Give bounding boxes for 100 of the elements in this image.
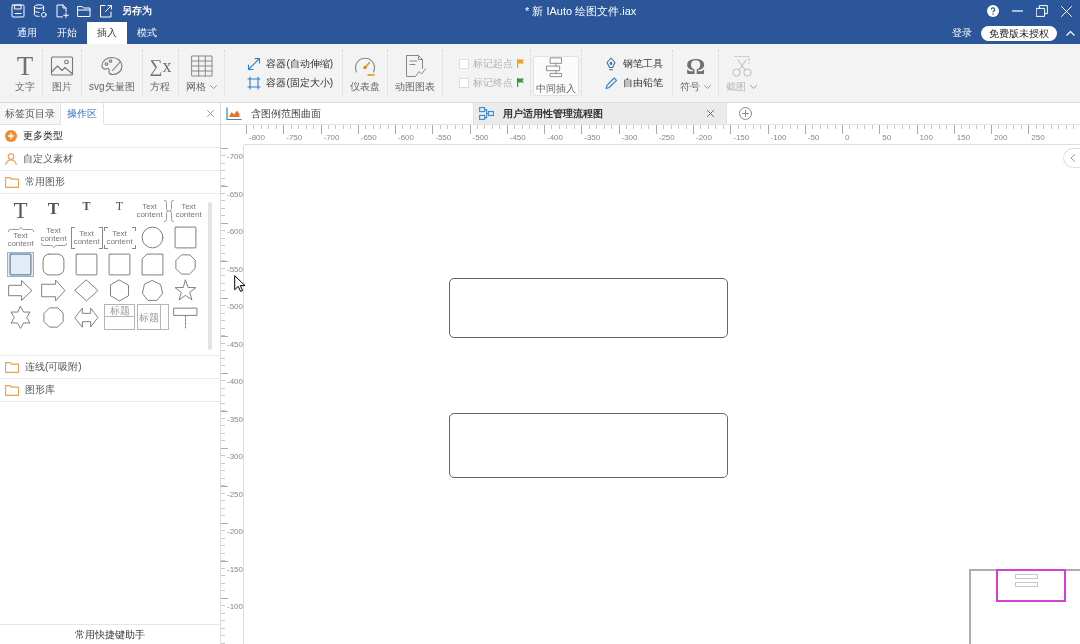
ruler-label: -650 bbox=[360, 133, 377, 142]
grid-icon bbox=[189, 53, 214, 78]
ruler-label: -700 bbox=[227, 152, 243, 161]
ruler-label: -100 bbox=[770, 133, 787, 142]
ruler-label: 200 bbox=[994, 133, 1008, 142]
ruler-label: -50 bbox=[807, 133, 820, 142]
bracket-text-shape[interactable]: Text content bbox=[103, 226, 136, 249]
sigma-icon: ∑x bbox=[149, 53, 172, 78]
menu-tab[interactable]: 模式 bbox=[127, 22, 167, 44]
ribbon-button[interactable]: svg矢量图 bbox=[82, 44, 142, 102]
ribbon-button[interactable]: T 文字 bbox=[8, 44, 42, 102]
t-shape-icon[interactable] bbox=[172, 304, 199, 330]
add-icon bbox=[5, 130, 17, 142]
frame-corners-icon bbox=[247, 75, 262, 90]
block-arrow-icon[interactable] bbox=[40, 278, 67, 304]
save-icon[interactable] bbox=[11, 4, 25, 18]
ribbon-button[interactable]: 中间插入 bbox=[533, 56, 580, 96]
ribbon-button[interactable]: 动图图表 bbox=[388, 44, 443, 102]
menu-tab[interactable]: 开始 bbox=[47, 22, 87, 44]
sidebar-item[interactable]: 更多类型 bbox=[0, 125, 220, 148]
chevron-left-icon bbox=[1069, 154, 1075, 162]
bracket-text-shape[interactable]: Text content bbox=[70, 226, 103, 249]
sidebar-item[interactable]: 图形库 bbox=[0, 379, 220, 402]
add-tab-icon[interactable] bbox=[739, 107, 752, 120]
folder-icon[interactable] bbox=[77, 4, 91, 18]
minimap-node bbox=[1015, 582, 1038, 587]
ribbon-button[interactable]: 图片 bbox=[43, 44, 81, 102]
panel-tab[interactable]: 标签页目录 bbox=[0, 103, 61, 125]
ruler-label: -550 bbox=[435, 133, 452, 142]
restore-icon[interactable] bbox=[1036, 5, 1048, 17]
pen-nib-icon bbox=[604, 56, 619, 71]
menu-tab[interactable]: 插入 bbox=[87, 22, 127, 44]
circle-icon[interactable] bbox=[139, 225, 166, 251]
ruler-label: -400 bbox=[227, 377, 243, 386]
scissors-icon bbox=[729, 53, 754, 78]
ribbon-button[interactable]: 容器(固定大小) bbox=[247, 74, 334, 91]
ribbon-button[interactable]: ∑x 方程 bbox=[142, 44, 179, 102]
square-icon[interactable] bbox=[73, 251, 100, 277]
square-icon[interactable] bbox=[172, 225, 199, 251]
text-style-shape[interactable]: T bbox=[73, 198, 100, 224]
ribbon-button[interactable]: 仪表盘 bbox=[343, 44, 388, 102]
ruler-label: -450 bbox=[227, 339, 243, 349]
octagon-icon[interactable] bbox=[172, 251, 199, 277]
ruler-label: -150 bbox=[227, 564, 243, 574]
checkbox-label: 标记终点 bbox=[473, 75, 514, 90]
help-icon[interactable] bbox=[987, 5, 999, 17]
text-style-shape[interactable]: T bbox=[106, 198, 133, 224]
folder-icon bbox=[5, 361, 19, 373]
rounded-square-icon[interactable] bbox=[40, 251, 67, 277]
brace-text-shape[interactable]: Text content bbox=[37, 224, 70, 251]
square-icon[interactable] bbox=[106, 251, 133, 277]
heptagon-icon[interactable] bbox=[139, 278, 166, 304]
ribbon-button[interactable]: 钢笔工具 bbox=[604, 55, 664, 72]
brace-text-shape[interactable]: Text content bbox=[169, 198, 202, 225]
folder-icon bbox=[5, 384, 19, 396]
arrow-right-icon[interactable] bbox=[7, 278, 34, 304]
ruler-label: -100 bbox=[227, 602, 243, 611]
database-icon[interactable] bbox=[33, 4, 47, 18]
save-as-button[interactable]: 另存为 bbox=[122, 4, 152, 18]
person-icon bbox=[5, 153, 17, 165]
ruler-label: 150 bbox=[956, 133, 971, 142]
sidebar-item[interactable]: 常用图形 bbox=[0, 171, 220, 194]
brace-text-shape[interactable]: Text content bbox=[136, 198, 169, 225]
ribbon-button[interactable]: 容器(自动伸缩) bbox=[247, 55, 334, 72]
pencil-icon bbox=[604, 75, 619, 90]
ruler-label: -350 bbox=[584, 133, 601, 142]
square-icon[interactable] bbox=[7, 251, 34, 277]
license-button[interactable]: 免费版未授权 bbox=[981, 25, 1057, 41]
menu-tab[interactable]: 通用 bbox=[7, 22, 47, 44]
ruler-label: 250 bbox=[1031, 133, 1045, 142]
ruler-label: -700 bbox=[323, 133, 340, 142]
text-style-shape[interactable]: T bbox=[7, 198, 34, 224]
octagon-icon[interactable] bbox=[40, 304, 67, 330]
new-document-icon[interactable] bbox=[55, 4, 69, 18]
ruler-label: -750 bbox=[286, 133, 303, 142]
brace-text-shape[interactable]: Text content bbox=[4, 224, 37, 251]
brace-icon bbox=[40, 243, 67, 249]
shortcut-helper-button[interactable]: 常用快捷键助手 bbox=[0, 624, 220, 644]
viewport-frame[interactable] bbox=[996, 569, 1066, 602]
diamond-icon[interactable] bbox=[73, 278, 100, 304]
close-icon[interactable] bbox=[707, 110, 714, 117]
ruler-label: 0 bbox=[845, 133, 850, 142]
text-style-shape[interactable]: T bbox=[40, 198, 67, 224]
checkbox-label: 标记起点 bbox=[473, 56, 514, 71]
sidebar-item[interactable]: 连线(可吸附) bbox=[0, 356, 220, 379]
ribbon-button[interactable]: 自由铅笔 bbox=[604, 74, 664, 91]
ribbon-button[interactable]: Ω 符号 bbox=[673, 44, 719, 102]
chevron-up-icon[interactable] bbox=[1066, 30, 1075, 36]
collapse-handle[interactable] bbox=[1063, 148, 1080, 168]
ruler-label: -800 bbox=[249, 133, 265, 142]
ruler-label: 100 bbox=[919, 133, 933, 142]
document-tab[interactable]: 用户适用性管理流程图 bbox=[474, 103, 727, 124]
letter-t-icon: T bbox=[16, 53, 34, 78]
ribbon-button[interactable]: 网格 bbox=[179, 44, 225, 102]
ruler-label: -250 bbox=[658, 133, 675, 142]
document-arrow-icon[interactable] bbox=[99, 4, 113, 18]
sidebar-item[interactable]: 自定义素材 bbox=[0, 148, 220, 171]
ruler-label: -500 bbox=[472, 133, 489, 142]
login-link[interactable]: 登录 bbox=[952, 26, 972, 40]
surface-chart-icon bbox=[226, 107, 242, 120]
